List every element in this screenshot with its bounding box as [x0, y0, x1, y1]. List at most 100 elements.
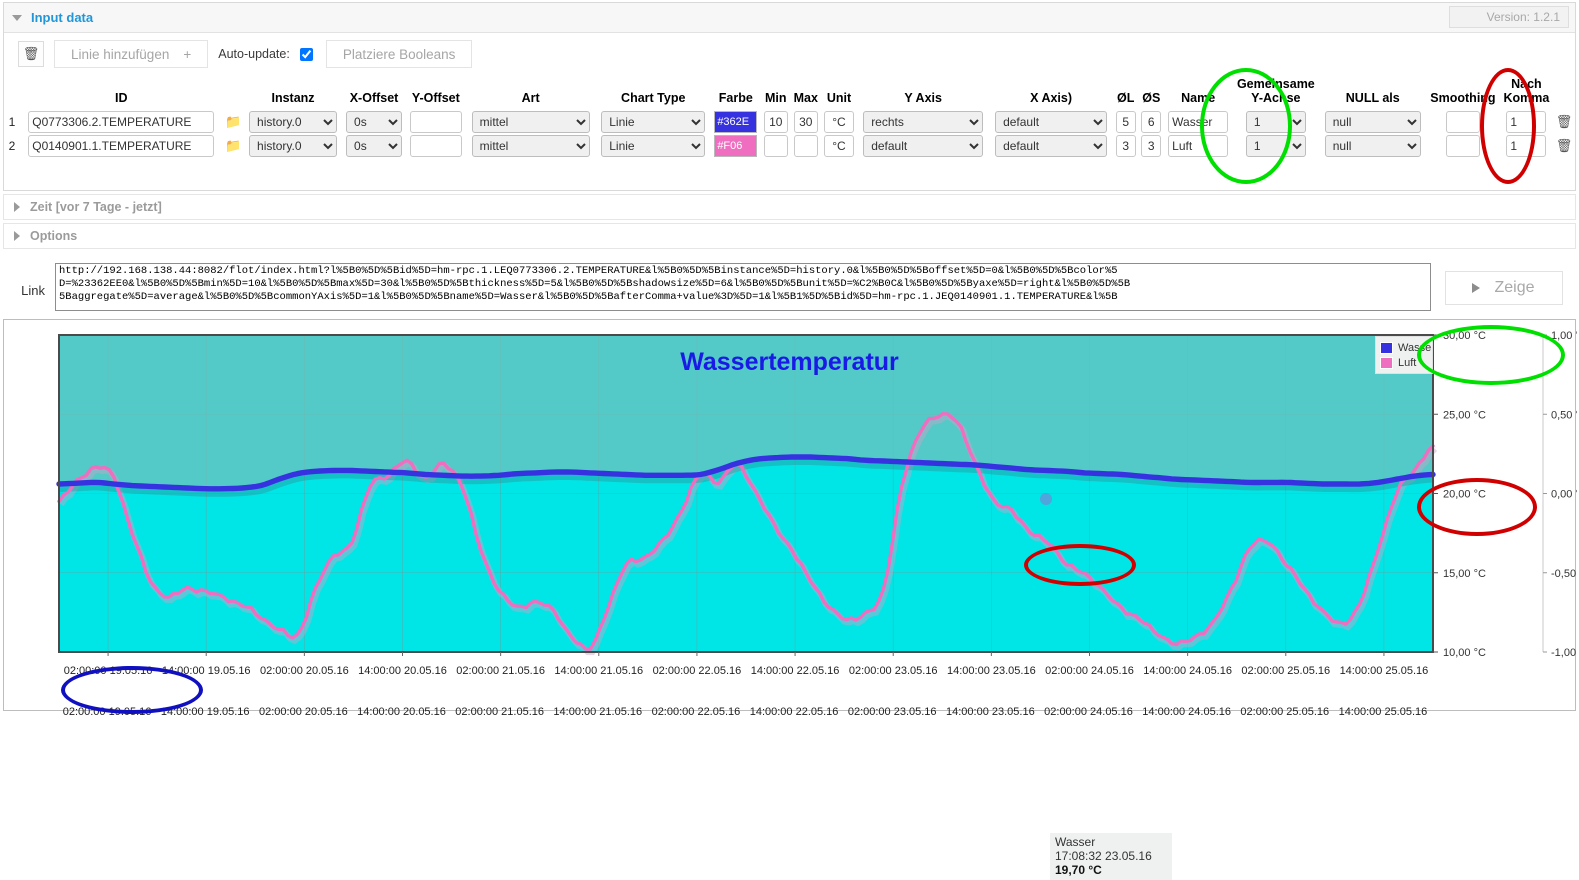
x-axis-select[interactable]: default [995, 111, 1108, 133]
ol-input[interactable] [1115, 135, 1136, 157]
name-input[interactable] [1168, 135, 1229, 157]
common-y-axis-select[interactable]: 1 [1245, 111, 1306, 133]
color-input[interactable] [714, 135, 758, 157]
svg-text:14:00:00 25.05.16: 14:00:00 25.05.16 [1340, 665, 1429, 677]
nach-komma-input[interactable] [1506, 135, 1547, 157]
max-input[interactable] [793, 135, 818, 157]
unit-input[interactable] [823, 135, 854, 157]
legend-item-wasser: Wasser [1380, 340, 1432, 355]
caret-right-icon[interactable] [14, 202, 20, 212]
col-min: Min [765, 91, 787, 105]
nach-komma-input[interactable] [1506, 111, 1547, 133]
y-axis-select[interactable]: rechts [863, 111, 984, 133]
y-offset-input[interactable] [409, 111, 462, 133]
col-charttype: Chart Type [621, 91, 686, 105]
id-input[interactable] [28, 135, 215, 157]
play-icon [1472, 283, 1481, 293]
section-zeit[interactable]: Zeit [vor 7 Tage - jetzt] [3, 194, 1576, 220]
add-line-button[interactable]: Linie hinzufügen + [54, 40, 209, 68]
col-common-y-axis-line2: Y-Achse [1251, 91, 1301, 105]
col-ol: ØL [1117, 91, 1135, 105]
caret-down-icon[interactable] [12, 14, 22, 21]
smoothing-input[interactable] [1445, 111, 1480, 133]
row-delete-icon[interactable]: 🗑 [1556, 138, 1573, 153]
svg-text:02:00:00 21.05.16: 02:00:00 21.05.16 [456, 665, 545, 677]
x-axis-secondary-label: 14:00:00 19.05.16 [160, 706, 250, 718]
table-header-row: ID Instanz X-Offset Y-Offset Art Chart T… [4, 74, 1575, 110]
svg-text:0,50 °C: 0,50 °C [1551, 409, 1577, 421]
section-options-label: Options [30, 229, 78, 243]
svg-text:10,00 °C: 10,00 °C [1443, 647, 1486, 659]
chart-svg[interactable]: 30,00 °C 25,00 °C 20,00 °C 15,00 °C 10,00 °C… [4, 320, 1577, 710]
folder-icon[interactable]: 📁 [225, 138, 241, 153]
x-axis-secondary-label: 02:00:00 23.05.16 [847, 706, 937, 718]
col-os: ØS [1142, 91, 1161, 105]
legend-item-luft: Luft [1380, 355, 1428, 370]
svg-text:02:00:00 22.05.16: 02:00:00 22.05.16 [653, 665, 742, 677]
art-select[interactable]: mittel [471, 111, 590, 133]
x-axis-secondary-labels: 02:00:00 19.05.16 14:00:00 19.05.16 02:00:… [0, 700, 1579, 722]
x-offset-select[interactable]: 0s [346, 111, 403, 133]
svg-text:-0,50 °C: -0,50 °C [1551, 568, 1577, 580]
x-axis-secondary-label: 14:00:00 21.05.16 [553, 706, 643, 718]
svg-text:15,00 °C: 15,00 °C [1443, 568, 1486, 580]
x-axis-secondary-label: 14:00:00 25.05.16 [1338, 706, 1428, 718]
x-axis-select[interactable]: default [995, 135, 1108, 157]
min-input[interactable] [763, 135, 788, 157]
color-input[interactable] [714, 111, 758, 133]
delete-all-button[interactable]: 🗑 [18, 41, 44, 67]
version-badge: Version: 1.2.1 [1449, 6, 1569, 28]
section-options[interactable]: Options [3, 223, 1576, 249]
link-url-textarea[interactable]: http://192.168.138.44:8082/flot/index.ht… [55, 263, 1431, 311]
os-input[interactable] [1141, 135, 1162, 157]
trash-icon: 🗑 [22, 46, 40, 61]
name-input[interactable] [1168, 111, 1229, 133]
svg-text:1,00 °C: 1,00 °C [1551, 330, 1577, 342]
input-data-header[interactable]: Input data Version: 1.2.1 [4, 3, 1575, 33]
y-axis-select[interactable]: default [863, 135, 984, 157]
col-null-als: NULL als [1345, 91, 1400, 105]
null-als-select[interactable]: null [1324, 135, 1421, 157]
y-offset-input[interactable] [409, 135, 462, 157]
x-offset-select[interactable]: 0s [346, 135, 403, 157]
legend-swatch-icon [1380, 356, 1393, 369]
common-y-axis-select[interactable]: 1 [1245, 135, 1306, 157]
legend-swatch-icon [1380, 341, 1393, 354]
auto-update-group: Auto-update: [218, 45, 316, 64]
os-input[interactable] [1141, 111, 1162, 133]
col-art: Art [521, 91, 540, 105]
place-booleans-button[interactable]: Platziere Booleans [325, 40, 473, 68]
svg-text:30,00 °C: 30,00 °C [1443, 330, 1486, 342]
smoothing-input[interactable] [1445, 135, 1480, 157]
instanz-select[interactable]: history.0 [249, 135, 338, 157]
chart-type-select[interactable]: Linie [601, 135, 706, 157]
input-data-table: ID Instanz X-Offset Y-Offset Art Chart T… [4, 74, 1575, 158]
caret-right-icon[interactable] [14, 231, 20, 241]
col-unit: Unit [826, 91, 852, 105]
svg-text:14:00:00 24.05.16: 14:00:00 24.05.16 [1143, 665, 1232, 677]
col-row-delete [1553, 74, 1575, 110]
null-als-select[interactable]: null [1324, 111, 1421, 133]
id-input[interactable] [28, 111, 215, 133]
instanz-select[interactable]: history.0 [249, 111, 338, 133]
auto-update-checkbox[interactable] [299, 47, 313, 61]
unit-input[interactable] [823, 111, 854, 133]
col-farbe: Farbe [718, 91, 753, 105]
svg-text:02:00:00 20.05.16: 02:00:00 20.05.16 [260, 665, 349, 677]
x-axis-secondary-label: 14:00:00 20.05.16 [357, 706, 446, 718]
min-input[interactable] [763, 111, 788, 133]
row-delete-icon[interactable]: 🗑 [1556, 114, 1573, 129]
place-booleans-label: Platziere Booleans [342, 46, 456, 62]
show-button[interactable]: Zeige [1444, 271, 1563, 305]
x-axis-secondary-label: 02:00:00 21.05.16 [455, 706, 544, 718]
ol-input[interactable] [1115, 111, 1136, 133]
svg-text:14:00:00 22.05.16: 14:00:00 22.05.16 [751, 665, 840, 677]
chart-type-select[interactable]: Linie [601, 111, 706, 133]
folder-icon[interactable]: 📁 [225, 114, 241, 129]
row-number: 1 [8, 115, 16, 129]
col-id: ID [115, 91, 128, 105]
art-select[interactable]: mittel [471, 135, 590, 157]
max-input[interactable] [793, 111, 818, 133]
x-axis-secondary-label: 02:00:00 25.05.16 [1240, 706, 1330, 718]
svg-text:02:00:00 19.05.16: 02:00:00 19.05.16 [64, 665, 153, 677]
